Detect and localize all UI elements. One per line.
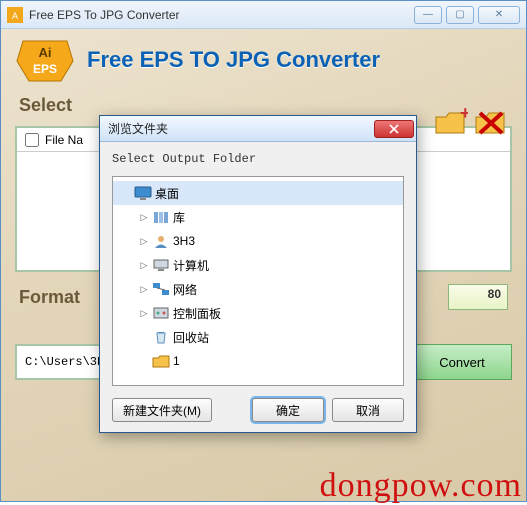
app-window: A Free EPS To JPG Converter — ▢ ✕ Ai EPS…	[0, 0, 527, 502]
tree-item[interactable]: 桌面	[113, 181, 403, 205]
new-folder-button[interactable]: 新建文件夹(M)	[112, 398, 212, 422]
svg-text:+: +	[460, 107, 468, 123]
minimize-button[interactable]: —	[414, 6, 442, 24]
maximize-button[interactable]: ▢	[446, 6, 474, 24]
controlpanel-icon	[152, 305, 170, 321]
tree-item-label: 3H3	[173, 234, 195, 248]
tree-item-label: 网络	[173, 281, 197, 298]
ok-button[interactable]: 确定	[252, 398, 324, 422]
dialog-title: 浏览文件夹	[108, 120, 374, 137]
format-label: Format	[19, 287, 80, 308]
dialog-instruction: Select Output Folder	[112, 152, 404, 166]
tree-item-label: 回收站	[173, 329, 209, 346]
main-area: Ai EPS Free EPS TO JPG Converter Select …	[1, 29, 526, 501]
convert-button[interactable]: Convert	[412, 344, 512, 380]
folder-tree[interactable]: 桌面▷库▷3H3▷计算机▷网络▷控制面板回收站1	[112, 176, 404, 386]
expand-arrow-icon[interactable]: ▷	[139, 284, 149, 294]
format-value[interactable]: 80	[448, 284, 508, 310]
computer-icon	[152, 257, 170, 273]
tree-item[interactable]: ▷ 计算机	[113, 253, 403, 277]
remove-folder-icon[interactable]	[474, 107, 508, 137]
add-folder-icon[interactable]: +	[434, 107, 468, 137]
tree-item-label: 1	[173, 354, 180, 368]
file-name-column-label: File Na	[45, 133, 83, 147]
dialog-close-button[interactable]	[374, 120, 414, 138]
tree-item-label: 计算机	[173, 257, 209, 274]
tree-item[interactable]: ▷ 3H3	[113, 229, 403, 253]
expand-arrow-icon[interactable]: ▷	[139, 212, 149, 222]
tree-item[interactable]: ▷ 控制面板	[113, 301, 403, 325]
svg-text:EPS: EPS	[33, 62, 57, 76]
cancel-button[interactable]: 取消	[332, 398, 404, 422]
logo-icon: Ai EPS	[15, 37, 75, 83]
desktop-icon	[134, 185, 152, 201]
tree-item[interactable]: 1	[113, 349, 403, 373]
recycle-icon	[152, 329, 170, 345]
toolbar-icons: +	[434, 107, 508, 137]
user-icon	[152, 233, 170, 249]
window-title: Free EPS To JPG Converter	[29, 8, 414, 22]
header: Ai EPS Free EPS TO JPG Converter	[1, 29, 526, 91]
tree-item-label: 桌面	[155, 185, 179, 202]
expand-arrow-icon[interactable]: ▷	[139, 236, 149, 246]
close-button[interactable]: ✕	[478, 6, 520, 24]
watermark-text: dongpow.com	[320, 467, 522, 505]
folder-icon	[152, 353, 170, 369]
expand-arrow-icon[interactable]: ▷	[139, 260, 149, 270]
tree-item-label: 控制面板	[173, 305, 221, 322]
network-icon	[152, 281, 170, 297]
app-title: Free EPS TO JPG Converter	[87, 47, 380, 73]
tree-item[interactable]: ▷ 网络	[113, 277, 403, 301]
libraries-icon	[152, 209, 170, 225]
titlebar[interactable]: A Free EPS To JPG Converter — ▢ ✕	[1, 1, 526, 29]
app-icon: A	[7, 7, 23, 23]
select-all-checkbox[interactable]	[25, 133, 39, 147]
window-controls: — ▢ ✕	[414, 6, 520, 24]
expand-arrow-icon[interactable]: ▷	[139, 308, 149, 318]
tree-item[interactable]: 回收站	[113, 325, 403, 349]
browse-folder-dialog: 浏览文件夹 Select Output Folder 桌面▷库▷3H3▷计算机▷…	[99, 115, 417, 433]
svg-text:A: A	[12, 11, 18, 21]
tree-item[interactable]: ▷库	[113, 205, 403, 229]
tree-item-label: 库	[173, 209, 185, 226]
dialog-titlebar[interactable]: 浏览文件夹	[100, 116, 416, 142]
svg-text:Ai: Ai	[39, 45, 52, 60]
